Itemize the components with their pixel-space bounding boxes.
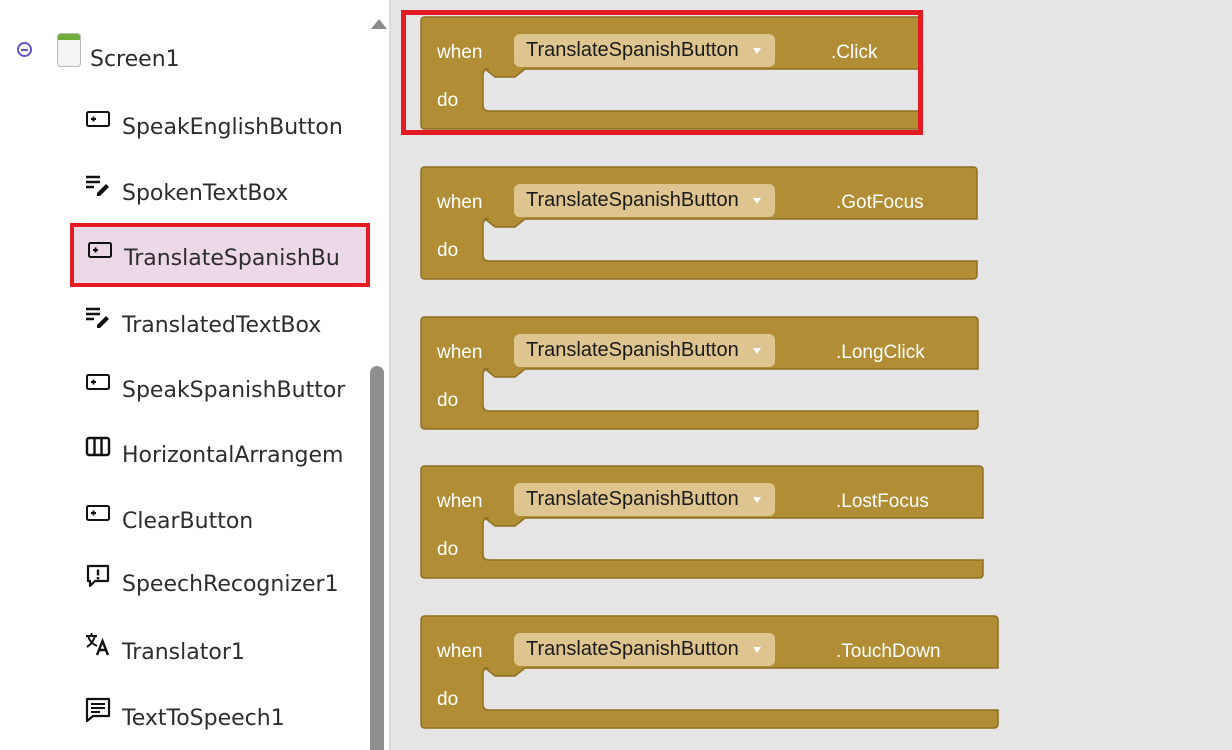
tree-item-label: SpeakSpanishButtor — [122, 378, 346, 403]
event-block-click[interactable]: when TranslateSpanishButton .Click do — [420, 16, 922, 130]
component-dropdown-label: TranslateSpanishButton — [526, 189, 739, 211]
component-dropdown[interactable]: TranslateSpanishButton — [514, 34, 775, 67]
tree-item-clear-button[interactable]: ClearButton — [85, 500, 370, 536]
event-name-label: .GotFocus — [836, 192, 924, 213]
tree-item-speak-english-button[interactable]: SpeakEnglishButton — [85, 106, 370, 142]
when-label: when — [437, 641, 483, 662]
do-label: do — [437, 689, 459, 710]
textbox-icon — [86, 175, 109, 196]
screen-icon — [57, 33, 81, 67]
event-name-label: .LostFocus — [836, 491, 929, 512]
do-label: do — [437, 240, 459, 261]
dropdown-arrow-icon — [752, 647, 761, 653]
when-label: when — [437, 42, 483, 63]
horizontal-arrangement-icon — [85, 436, 111, 457]
component-dropdown[interactable]: TranslateSpanishButton — [514, 334, 775, 367]
tree-item-label: TextToSpeech1 — [122, 706, 285, 731]
tree-item-label: TranslateSpanishBu — [124, 246, 340, 271]
when-label: when — [437, 342, 483, 363]
component-tree: Screen1 SpeakEnglishButton SpokenTextBox… — [0, 0, 390, 750]
tree-item-horizontal-arrangement[interactable]: HorizontalArrangem — [85, 434, 370, 470]
tree-item-label: TranslatedTextBox — [122, 313, 322, 338]
blocks-workspace[interactable]: when TranslateSpanishButton .Click do wh… — [391, 0, 1232, 750]
tree-item-text-to-speech[interactable]: TextToSpeech1 — [85, 697, 370, 733]
text-to-speech-icon — [85, 697, 111, 723]
event-name-label: .LongClick — [836, 342, 925, 363]
button-icon — [86, 111, 110, 127]
event-block-lost-focus[interactable]: when TranslateSpanishButton .LostFocus d… — [420, 465, 984, 579]
do-label: do — [437, 90, 459, 111]
scroll-up-arrow-icon[interactable] — [371, 19, 387, 29]
dropdown-arrow-icon — [752, 348, 761, 354]
do-label: do — [437, 390, 459, 411]
component-dropdown[interactable]: TranslateSpanishButton — [514, 483, 775, 516]
when-label: when — [437, 192, 483, 213]
component-dropdown[interactable]: TranslateSpanishButton — [514, 184, 775, 217]
tree-item-translator[interactable]: Translator1 — [85, 631, 370, 667]
button-icon — [88, 242, 112, 258]
event-block-touch-down[interactable]: when TranslateSpanishButton .TouchDown d… — [420, 615, 999, 729]
collapse-icon[interactable] — [17, 42, 32, 57]
event-block-got-focus[interactable]: when TranslateSpanishButton .GotFocus do — [420, 166, 978, 280]
tree-item-translate-spanish-button[interactable]: TranslateSpanishBu — [70, 223, 370, 287]
component-dropdown[interactable]: TranslateSpanishButton — [514, 633, 775, 666]
tree-item-speak-spanish-button[interactable]: SpeakSpanishButtor — [85, 369, 370, 405]
textbox-icon — [86, 307, 109, 328]
component-dropdown-label: TranslateSpanishButton — [526, 39, 739, 61]
component-dropdown-label: TranslateSpanishButton — [526, 488, 739, 510]
tree-item-label: ClearButton — [122, 509, 254, 534]
dropdown-arrow-icon — [752, 497, 761, 503]
tree-item-speech-recognizer[interactable]: SpeechRecognizer1 — [85, 563, 370, 599]
dropdown-arrow-icon — [752, 198, 761, 204]
tree-item-label: SpokenTextBox — [122, 181, 289, 206]
tree-item-label: SpeakEnglishButton — [122, 115, 343, 140]
tree-item-label: SpeechRecognizer1 — [122, 572, 339, 597]
dropdown-arrow-icon — [752, 48, 761, 54]
tree-item-spoken-text-box[interactable]: SpokenTextBox — [85, 172, 370, 208]
event-block-long-click[interactable]: when TranslateSpanishButton .LongClick d… — [420, 316, 979, 430]
component-dropdown-label: TranslateSpanishButton — [526, 339, 739, 361]
button-icon — [86, 374, 110, 390]
translator-icon — [86, 633, 110, 656]
when-label: when — [437, 491, 483, 512]
tree-item-translated-text-box[interactable]: TranslatedTextBox — [85, 304, 370, 340]
component-dropdown-label: TranslateSpanishButton — [526, 638, 739, 660]
button-icon — [86, 505, 110, 521]
speech-recognizer-icon — [86, 564, 110, 588]
tree-item-label: HorizontalArrangem — [122, 443, 344, 468]
event-name-label: .TouchDown — [836, 641, 941, 662]
event-name-label: .Click — [831, 42, 878, 63]
tree-scrollbar-thumb[interactable] — [370, 366, 384, 750]
tree-item-label: Translator1 — [122, 640, 245, 665]
do-label: do — [437, 539, 459, 560]
tree-root-screen1[interactable]: Screen1 — [90, 47, 180, 72]
